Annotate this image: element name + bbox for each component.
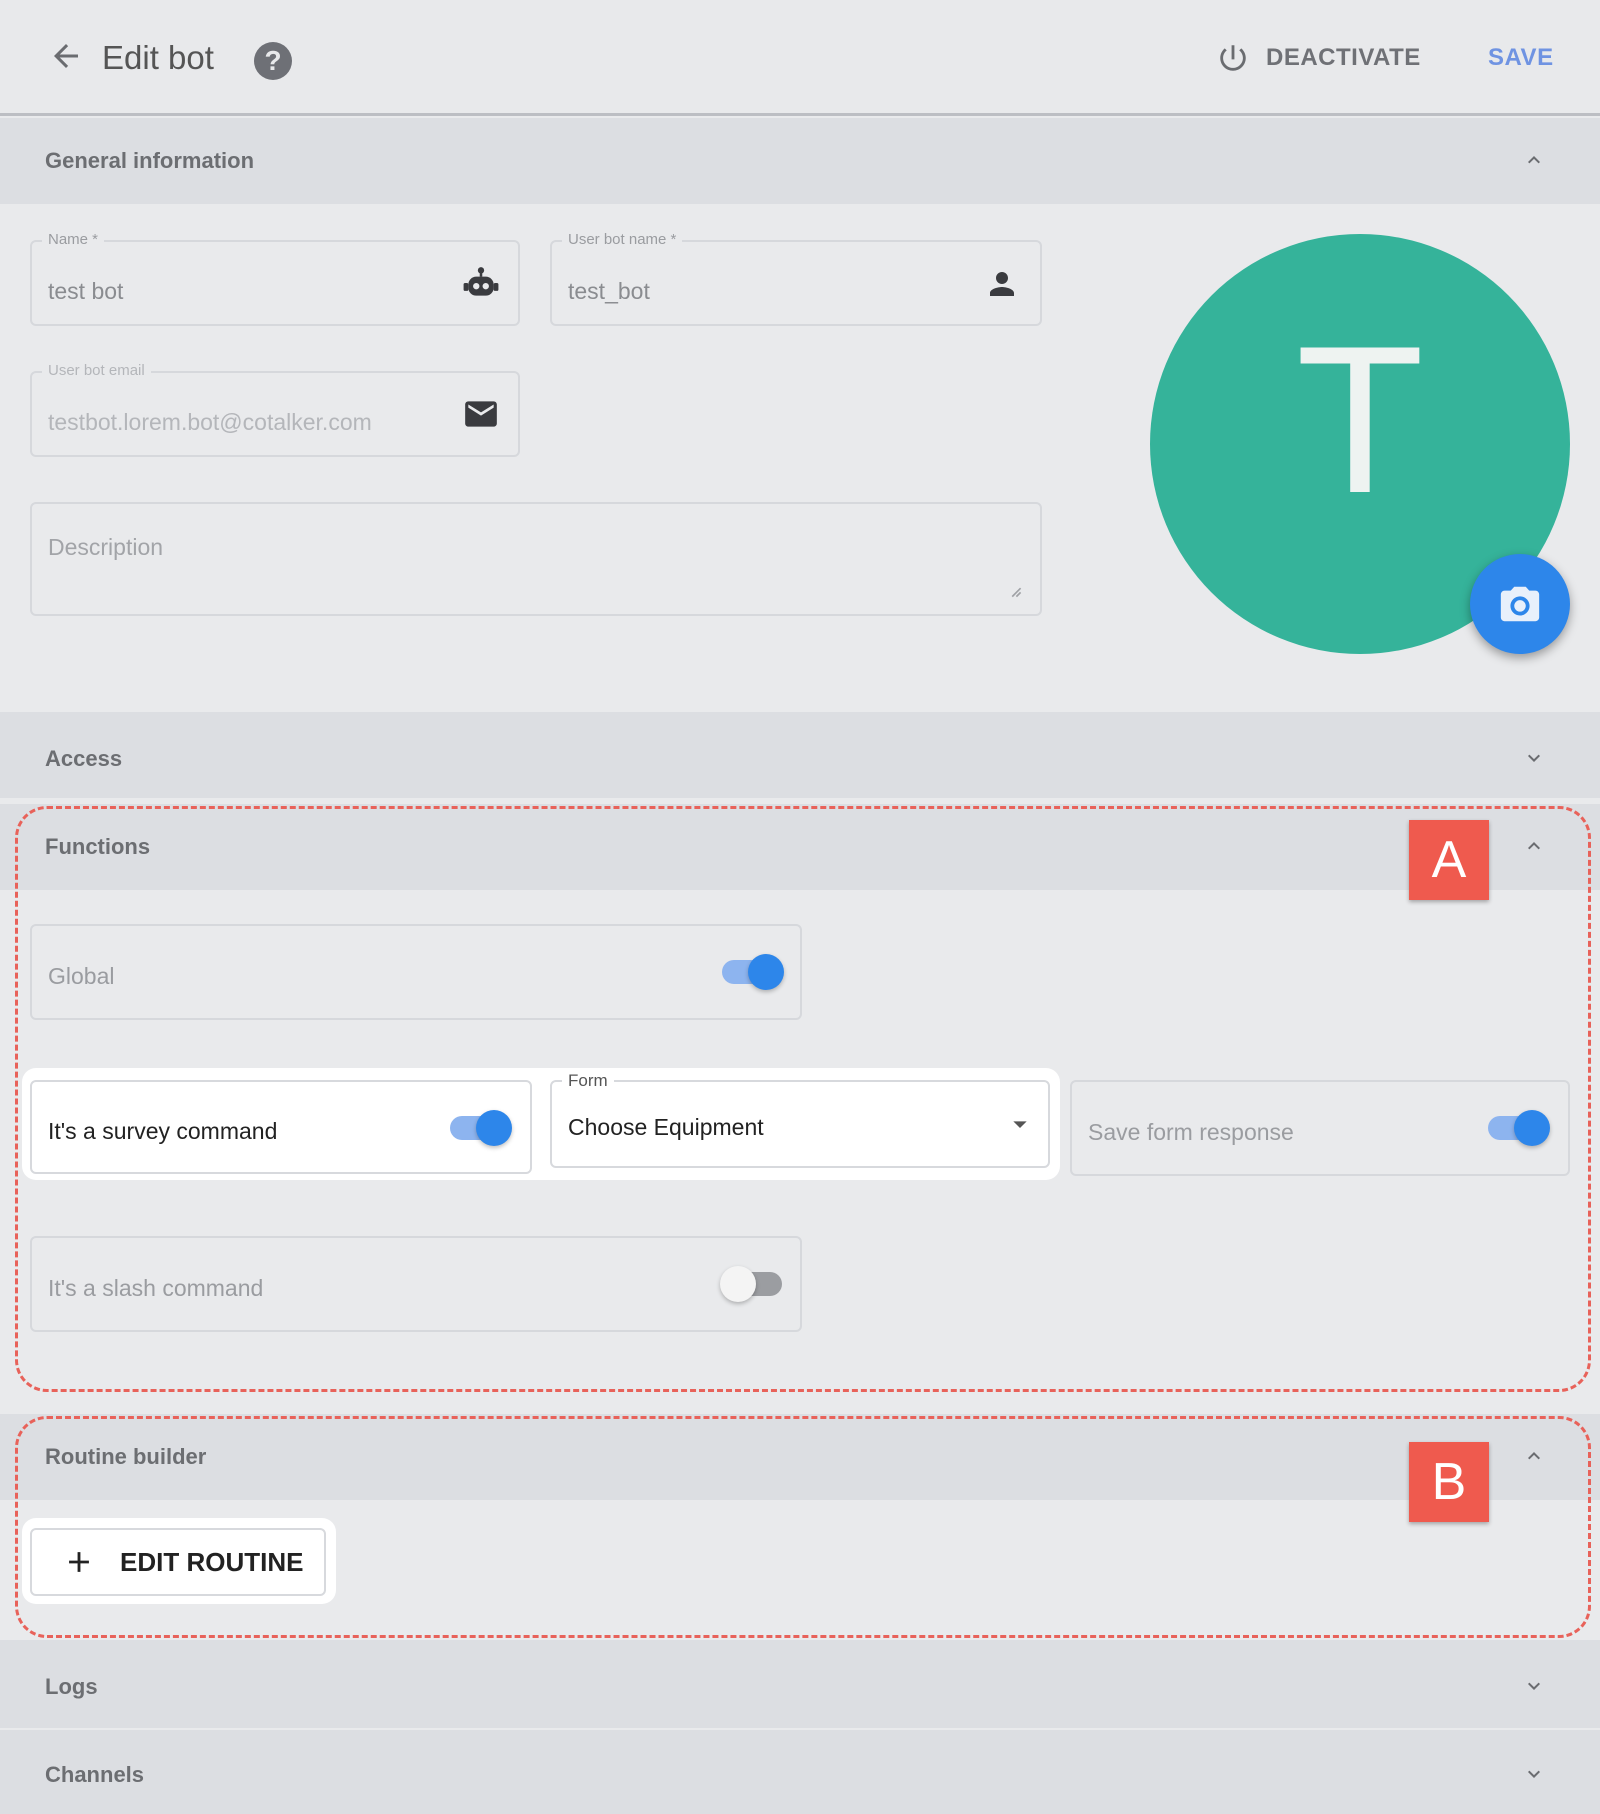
mail-icon <box>465 401 497 427</box>
camera-icon <box>1500 586 1540 622</box>
description-field[interactable]: Description <box>30 502 1042 616</box>
top-bar: Edit bot ? DEACTIVATE SAVE <box>0 0 1600 116</box>
email-label: User bot email <box>42 362 151 379</box>
user-bot-name-field[interactable]: User bot name * test_bot <box>550 231 1042 326</box>
section-access-header[interactable]: Access <box>0 712 1600 798</box>
section-channels-title: Channels <box>45 1762 145 1787</box>
deactivate-button[interactable]: DEACTIVATE <box>1216 36 1421 80</box>
robot-icon <box>463 267 499 296</box>
name-field[interactable]: Name * test bot <box>30 231 520 326</box>
annotation-a-badge: A <box>1409 820 1489 900</box>
section-logs-title: Logs <box>45 1674 98 1699</box>
email-value: testbot.lorem.bot@cotalker.com <box>48 409 372 435</box>
name-label: Name * <box>42 231 105 248</box>
email-field: User bot email testbot.lorem.bot@cotalke… <box>30 362 520 457</box>
user-bot-name-value: test_bot <box>568 278 650 304</box>
help-icon[interactable]: ? <box>254 42 292 80</box>
name-value: test bot <box>48 278 124 304</box>
resize-handle-icon[interactable] <box>1008 584 1022 598</box>
save-button[interactable]: SAVE <box>1488 44 1554 72</box>
description-placeholder: Description <box>48 534 164 560</box>
camera-button[interactable] <box>1470 554 1570 654</box>
power-icon <box>1220 45 1246 71</box>
section-channels-header[interactable]: Channels <box>0 1730 1600 1814</box>
annotation-b-badge: B <box>1409 1442 1489 1522</box>
section-access-title: Access <box>45 746 123 771</box>
section-general-header[interactable]: General information <box>0 118 1600 204</box>
chevron-down-icon[interactable] <box>1522 746 1546 770</box>
user-bot-name-label: User bot name * <box>562 231 683 248</box>
section-general-title: General information <box>45 148 255 173</box>
annotation-b-box <box>15 1416 1591 1638</box>
avatar-letter: T <box>1295 302 1425 537</box>
annotation-a-box <box>15 806 1591 1392</box>
person-icon <box>990 272 1014 296</box>
arrow-back-icon[interactable] <box>48 38 84 74</box>
deactivate-label: DEACTIVATE <box>1266 44 1421 71</box>
chevron-down-icon[interactable] <box>1522 1674 1546 1698</box>
page-title: Edit bot <box>102 39 214 76</box>
chevron-up-icon[interactable] <box>1522 148 1546 172</box>
chevron-down-icon[interactable] <box>1522 1762 1546 1786</box>
section-logs-header[interactable]: Logs <box>0 1640 1600 1728</box>
